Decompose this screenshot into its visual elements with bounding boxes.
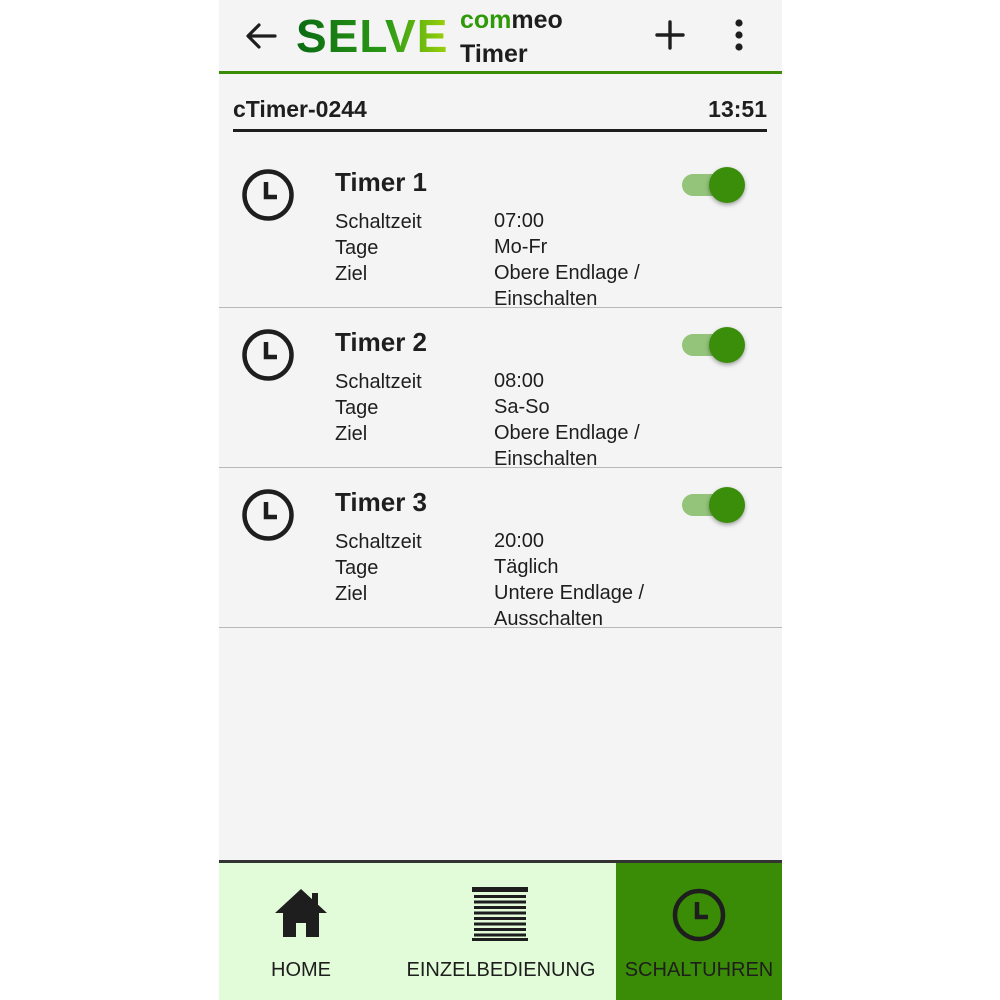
label-tage: Tage — [335, 237, 379, 259]
plus-icon[interactable] — [653, 18, 687, 52]
label-schaltzeit: Schaltzeit — [335, 211, 422, 233]
nav-home-label: HOME — [271, 959, 331, 981]
screen-title: Timer — [460, 40, 528, 68]
timer-title: Timer 2 — [335, 327, 428, 357]
label-schaltzeit: Schaltzeit — [335, 371, 422, 393]
brand-commeo: commeo — [460, 6, 563, 35]
value-ziel-line1: Obere Endlage / — [494, 422, 640, 444]
nav-schaltuhren-label: SCHALTUHREN — [624, 959, 774, 981]
value-schaltzeit: 08:00 — [494, 370, 545, 392]
label-ziel: Ziel — [335, 263, 368, 285]
label-tage: Tage — [335, 397, 379, 419]
clock-icon — [242, 329, 294, 381]
timer-item-3[interactable]: Timer 3 Schaltzeit Tage Ziel 20:00 Tägli… — [219, 468, 782, 630]
clock-icon — [242, 489, 294, 541]
arrow-left-icon[interactable] — [243, 18, 279, 54]
device-time: 13:51 — [708, 96, 767, 122]
app-bar: SELVE commeo Timer — [219, 0, 782, 74]
nav-einzelbedienung[interactable]: EINZELBEDIENUNG — [389, 863, 613, 1000]
timer-enable-toggle[interactable] — [682, 483, 746, 523]
brand-com: com — [460, 6, 512, 34]
toggle-knob — [709, 167, 745, 203]
selve-logo-text: SELVE — [296, 10, 448, 62]
value-tage: Mo-Fr — [494, 236, 548, 258]
value-tage: Sa-So — [494, 396, 550, 418]
value-ziel-line1: Obere Endlage / — [494, 262, 640, 284]
timer-item-1[interactable]: Timer 1 Schaltzeit Tage Ziel 07:00 Mo-Fr… — [219, 148, 782, 310]
timer-enable-toggle[interactable] — [682, 323, 746, 363]
label-tage: Tage — [335, 557, 379, 579]
value-ziel-line1: Untere Endlage / — [494, 582, 645, 604]
value-ziel-line2: Ausschalten — [494, 608, 603, 630]
device-name: cTimer-0244 — [233, 96, 367, 122]
value-schaltzeit: 20:00 — [494, 530, 545, 552]
bottom-navigation: HOME EINZELBEDIENUNG SCHALTUHREN — [219, 860, 782, 1000]
app-screen: SELVE commeo Timer cTimer-0244 13:51 Tim… — [219, 0, 782, 1000]
timer-title: Timer 1 — [335, 167, 428, 197]
toggle-knob — [709, 487, 745, 523]
value-tage: Täglich — [494, 556, 559, 578]
device-header: cTimer-0244 13:51 — [233, 91, 767, 132]
label-schaltzeit: Schaltzeit — [335, 531, 422, 553]
nav-einzelbedienung-label: EINZELBEDIENUNG — [406, 959, 596, 981]
label-ziel: Ziel — [335, 423, 368, 445]
more-vertical-icon[interactable] — [727, 17, 751, 53]
clock-icon — [672, 888, 726, 942]
timer-enable-toggle[interactable] — [682, 163, 746, 203]
brand-meo: meo — [511, 6, 563, 34]
blinds-icon — [472, 887, 528, 941]
value-schaltzeit: 07:00 — [494, 210, 545, 232]
home-icon — [275, 889, 327, 937]
clock-icon — [242, 169, 294, 221]
label-ziel: Ziel — [335, 583, 368, 605]
timer-title: Timer 3 — [335, 487, 428, 517]
toggle-knob — [709, 327, 745, 363]
nav-schaltuhren[interactable]: SCHALTUHREN — [616, 863, 782, 1000]
timer-item-2[interactable]: Timer 2 Schaltzeit Tage Ziel 08:00 Sa-So… — [219, 308, 782, 470]
nav-home[interactable]: HOME — [219, 863, 383, 1000]
